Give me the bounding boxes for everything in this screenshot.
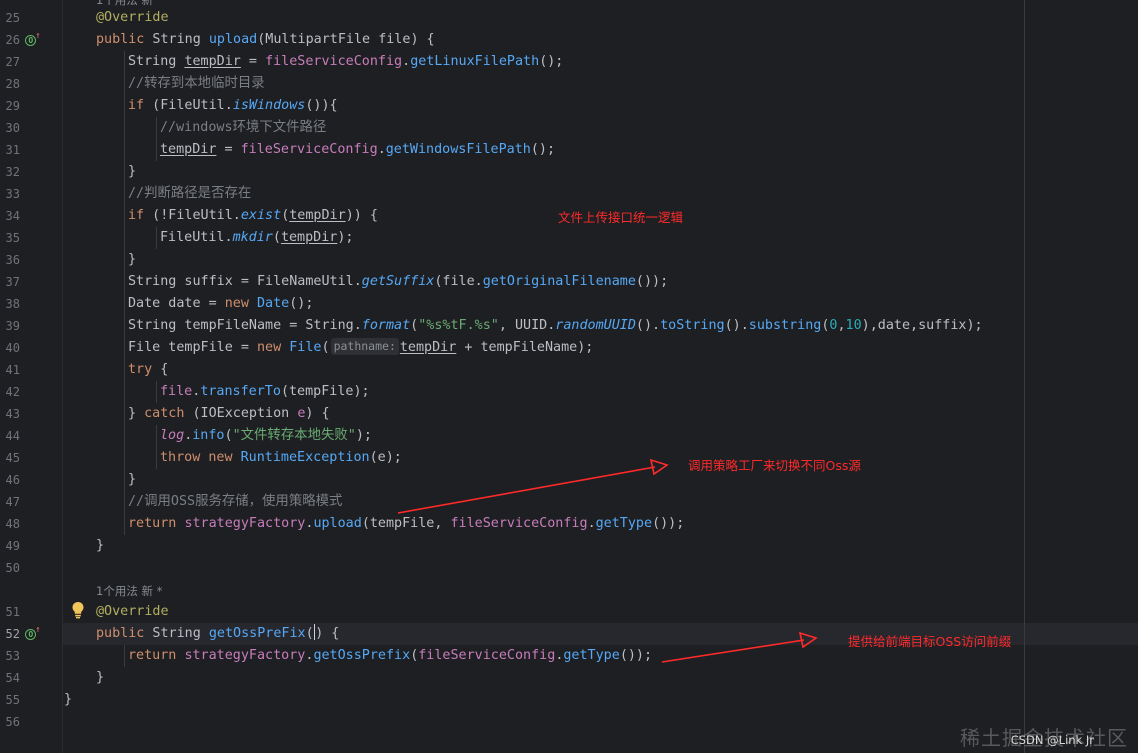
line-number: 25 — [5, 11, 20, 25]
annotation-note: 文件上传接口统一逻辑 — [558, 210, 684, 225]
line-number: 29 — [5, 99, 20, 113]
line-number: 26 — [5, 33, 20, 47]
line-number: 55 — [5, 693, 20, 707]
code-line: public String upload(MultipartFile file)… — [96, 32, 435, 47]
code-line: @Override — [96, 604, 169, 619]
line-number: 53 — [5, 649, 20, 663]
line-number: 33 — [5, 187, 20, 201]
line-number: 44 — [5, 429, 20, 443]
code-line: File tempFile = new File(pathname: tempDi… — [128, 338, 594, 355]
line-number: 42 — [5, 385, 20, 399]
code-line: //转存到本地临时目录 — [128, 76, 265, 91]
code-line: Date date = new Date(); — [128, 296, 314, 311]
code-line: log.info("文件转存本地失败"); — [160, 428, 372, 443]
code-line: return strategyFactory.upload(tempFile, … — [128, 516, 685, 531]
code-line: //windows环境下文件路径 — [160, 120, 327, 135]
line-number: 34 — [5, 209, 20, 223]
code-line: //判断路径是否存在 — [128, 186, 252, 201]
code-line: return strategyFactory.getOssPrefix(file… — [128, 648, 653, 663]
code-line: } — [96, 538, 105, 553]
code-line: tempDir = fileServiceConfig.getWindowsFi… — [160, 142, 556, 157]
line-number: 47 — [5, 495, 20, 509]
code-editor[interactable]: 25 26 27 28 29 30 31 32 33 34 35 36 37 38 39 40 41 42 43 44… — [0, 0, 1138, 753]
code-line: } — [128, 472, 137, 487]
code-line: String suffix = FileNameUtil.getSuffix(f… — [128, 274, 669, 289]
annotation-note: 提供给前端目标OSS访问前缀 — [848, 634, 1012, 649]
line-number: 43 — [5, 407, 20, 421]
line-number: 30 — [5, 121, 20, 135]
line-number: 28 — [5, 77, 20, 91]
line-number: 52 — [5, 627, 20, 641]
code-line: } catch (IOException e) { — [128, 406, 330, 421]
code-line: if (!FileUtil.exist(tempDir)) { — [128, 208, 378, 223]
line-number: 48 — [5, 517, 20, 531]
right-margin-guide — [1024, 0, 1025, 753]
code-line: } — [96, 670, 105, 685]
code-line: } — [128, 164, 137, 179]
watermark-author: CSDN @Link Jr — [1010, 733, 1094, 747]
line-number: 32 — [5, 165, 20, 179]
line-number: 45 — [5, 451, 20, 465]
line-number: 37 — [5, 275, 20, 289]
line-number: 39 — [5, 319, 20, 333]
code-line: //调用OSS服务存储，使用策略模式 — [128, 494, 343, 509]
annotation-note: 调用策略工厂来切换不同Oss源 — [688, 458, 861, 473]
code-line: public String getOssPreFix() { — [96, 624, 340, 641]
line-number-gutter: 25 26 27 28 29 30 31 32 33 34 35 36 37 38 39 40 41 42 43 44… — [0, 0, 63, 753]
line-number: 41 — [5, 363, 20, 377]
indent-guide — [156, 425, 157, 469]
indent-guide — [156, 381, 157, 403]
usage-hint[interactable]: 1个用法 新 * — [96, 580, 162, 602]
code-line: throw new RuntimeException(e); — [160, 450, 402, 465]
code-line: } — [128, 252, 137, 267]
override-method-icon[interactable]: O ↑ — [24, 29, 42, 51]
line-number: 51 — [5, 605, 20, 619]
line-number: 35 — [5, 231, 20, 245]
line-number: 54 — [5, 671, 20, 685]
code-line: String tempDir = fileServiceConfig.getLi… — [128, 54, 564, 69]
line-number: 31 — [5, 143, 20, 157]
line-number: 56 — [5, 715, 20, 729]
line-number: 46 — [5, 473, 20, 487]
code-line: @Override — [96, 10, 169, 25]
code-line: FileUtil.mkdir(tempDir); — [160, 230, 354, 245]
code-line: file.transferTo(tempFile); — [160, 384, 370, 399]
indent-guide — [124, 645, 125, 667]
override-method-icon[interactable]: O ↑ — [24, 623, 42, 645]
line-number: 27 — [5, 55, 20, 69]
line-number: 50 — [5, 561, 20, 575]
line-number: 38 — [5, 297, 20, 311]
code-line: if (FileUtil.isWindows()){ — [128, 98, 338, 113]
parameter-hint: pathname: — [330, 338, 399, 355]
code-line: } — [64, 692, 73, 707]
indent-guide — [156, 117, 157, 161]
code-line: try { — [128, 362, 169, 377]
indent-guide — [124, 51, 125, 535]
code-line: String tempFileName = String.format("%s%… — [128, 318, 983, 333]
indent-guide — [156, 227, 157, 249]
line-number: 49 — [5, 539, 20, 553]
line-number: 40 — [5, 341, 20, 355]
line-number: 36 — [5, 253, 20, 267]
